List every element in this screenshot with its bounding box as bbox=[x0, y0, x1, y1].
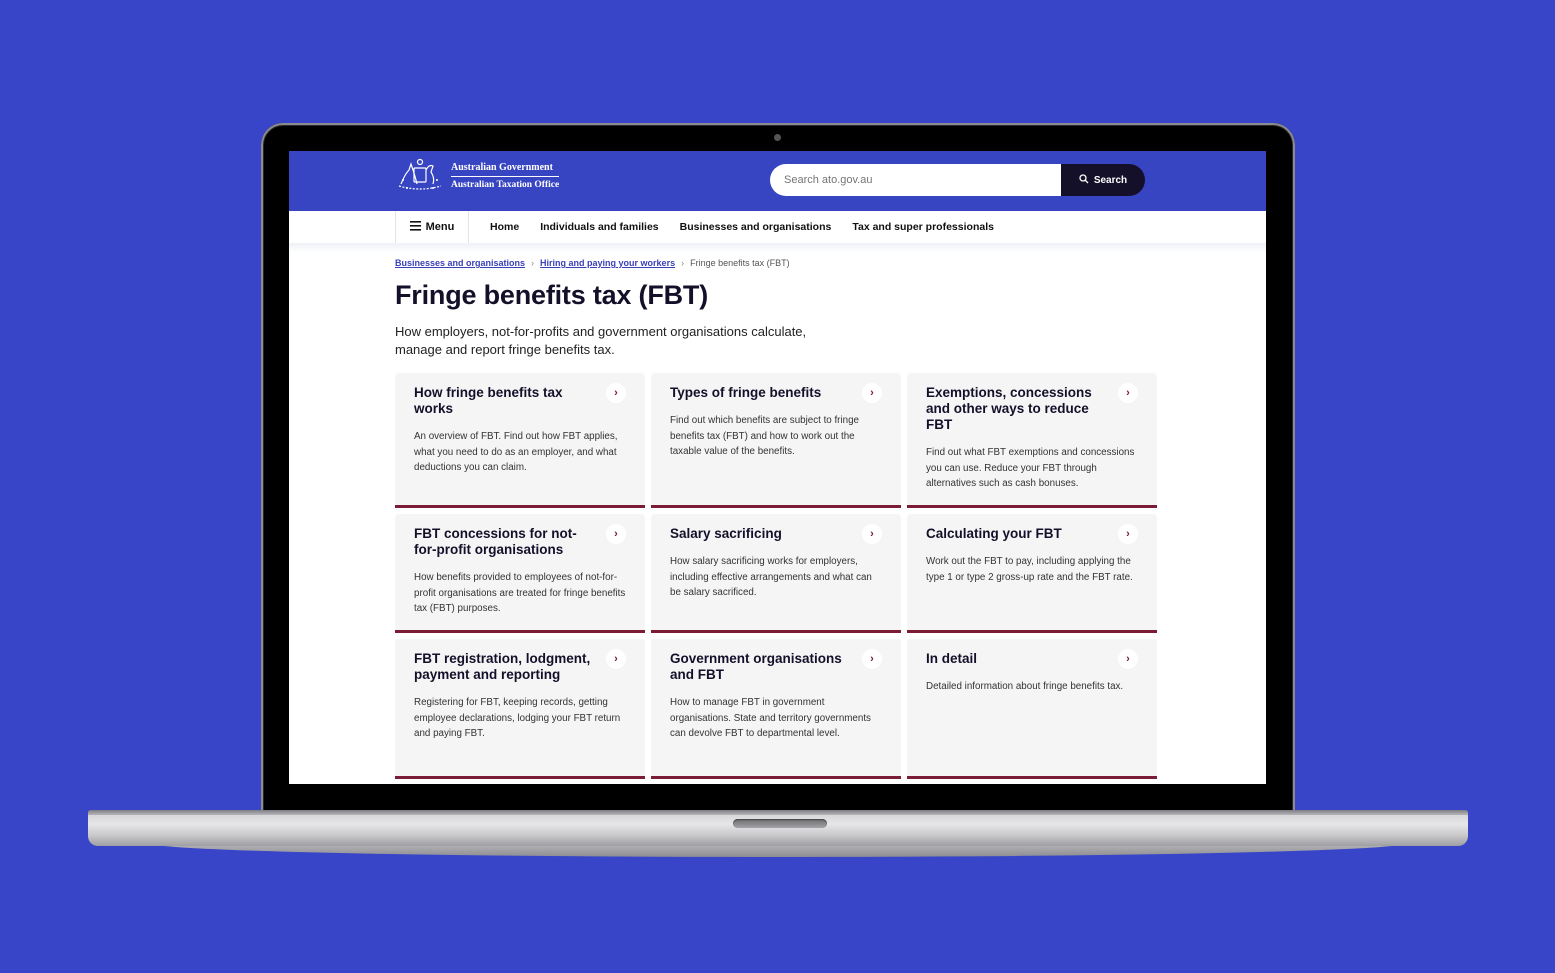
logo-line2: Australian Taxation Office bbox=[451, 180, 560, 190]
search-input[interactable] bbox=[770, 164, 1061, 196]
search-bar: Search bbox=[770, 164, 1145, 196]
card-title: In detail bbox=[926, 651, 978, 666]
chevron-right-icon: › bbox=[606, 649, 626, 669]
camera-icon bbox=[774, 134, 781, 141]
laptop-notch bbox=[733, 819, 827, 828]
card-title: FBT registration, lodgment, payment and … bbox=[414, 651, 591, 682]
chevron-right-icon: › bbox=[862, 524, 882, 544]
chevron-right-icon: › bbox=[531, 258, 535, 268]
ato-logo[interactable]: Australian Government Australian Taxatio… bbox=[395, 156, 560, 196]
logo-line1: Australian Government bbox=[451, 162, 560, 177]
card-title: Exemptions, concessions and other ways t… bbox=[926, 385, 1092, 432]
nav-item-individuals[interactable]: Individuals and families bbox=[540, 221, 658, 233]
card-desc: How benefits provided to employees of no… bbox=[414, 572, 626, 614]
card-desc: Detailed information about fringe benefi… bbox=[926, 681, 1124, 692]
page-title: Fringe benefits tax (FBT) bbox=[395, 280, 709, 310]
hamburger-icon bbox=[409, 220, 421, 234]
coat-of-arms-icon bbox=[395, 156, 445, 196]
chevron-right-icon: › bbox=[1118, 524, 1138, 544]
search-button[interactable]: Search bbox=[1061, 164, 1145, 196]
chevron-right-icon: › bbox=[862, 649, 882, 669]
card-in-detail[interactable]: In detail › Detailed information about f… bbox=[907, 639, 1157, 779]
card-salary-sacrificing[interactable]: Salary sacrificing › How salary sacrific… bbox=[651, 514, 901, 633]
card-title: Salary sacrificing bbox=[670, 526, 782, 541]
card-registration-lodgment[interactable]: FBT registration, lodgment, payment and … bbox=[395, 639, 645, 779]
card-nfp-concessions[interactable]: FBT concessions for not-for-profit organ… bbox=[395, 514, 645, 633]
nav-shadow bbox=[289, 243, 1266, 253]
search-icon bbox=[1079, 173, 1089, 187]
site-header: Australian Government Australian Taxatio… bbox=[289, 151, 1266, 211]
chevron-right-icon: › bbox=[1118, 383, 1138, 403]
breadcrumb-link-hiring[interactable]: Hiring and paying your workers bbox=[540, 258, 675, 268]
chevron-right-icon: › bbox=[606, 524, 626, 544]
nav-item-home[interactable]: Home bbox=[490, 221, 519, 233]
card-desc: How to manage FBT in government organisa… bbox=[670, 697, 871, 739]
card-calculating-fbt[interactable]: Calculating your FBT › Work out the FBT … bbox=[907, 514, 1157, 633]
card-title: Calculating your FBT bbox=[926, 526, 1062, 541]
card-desc: Find out which benefits are subject to f… bbox=[670, 415, 859, 457]
main-nav: Menu Home Individuals and families Busin… bbox=[289, 211, 1266, 244]
chevron-right-icon: › bbox=[862, 383, 882, 403]
breadcrumb-link-businesses[interactable]: Businesses and organisations bbox=[395, 258, 525, 268]
card-desc: An overview of FBT. Find out how FBT app… bbox=[414, 431, 618, 473]
nav-item-professionals[interactable]: Tax and super professionals bbox=[852, 221, 994, 233]
card-desc: How salary sacrificing works for employe… bbox=[670, 556, 872, 598]
card-desc: Work out the FBT to pay, including apply… bbox=[926, 556, 1133, 583]
card-title: Types of fringe benefits bbox=[670, 385, 822, 400]
card-grid: How fringe benefits tax works › An overv… bbox=[395, 373, 1158, 779]
browser-screen: Australian Government Australian Taxatio… bbox=[289, 151, 1266, 784]
card-exemptions[interactable]: Exemptions, concessions and other ways t… bbox=[907, 373, 1157, 508]
page-lead: How employers, not-for-profits and gover… bbox=[395, 324, 807, 357]
breadcrumb: Businesses and organisations › Hiring an… bbox=[395, 258, 790, 268]
card-title: FBT concessions for not-for-profit organ… bbox=[414, 526, 577, 557]
card-title: How fringe benefits tax works bbox=[414, 385, 563, 416]
search-button-label: Search bbox=[1093, 174, 1128, 186]
card-title: Government organisations and FBT bbox=[670, 651, 842, 682]
card-how-fbt-works[interactable]: How fringe benefits tax works › An overv… bbox=[395, 373, 645, 508]
chevron-right-icon: › bbox=[681, 258, 685, 268]
menu-button[interactable]: Menu bbox=[395, 211, 469, 243]
menu-label: Menu bbox=[425, 221, 455, 233]
card-desc: Registering for FBT, keeping records, ge… bbox=[414, 697, 621, 739]
nav-item-businesses[interactable]: Businesses and organisations bbox=[680, 221, 832, 233]
chevron-right-icon: › bbox=[1118, 649, 1138, 669]
laptop-base bbox=[88, 810, 1468, 846]
card-desc: Find out what FBT exemptions and concess… bbox=[926, 447, 1135, 489]
card-government-orgs[interactable]: Government organisations and FBT › How t… bbox=[651, 639, 901, 779]
breadcrumb-current: Fringe benefits tax (FBT) bbox=[690, 258, 790, 268]
card-types-of-benefits[interactable]: Types of fringe benefits › Find out whic… bbox=[651, 373, 901, 508]
chevron-right-icon: › bbox=[606, 383, 626, 403]
